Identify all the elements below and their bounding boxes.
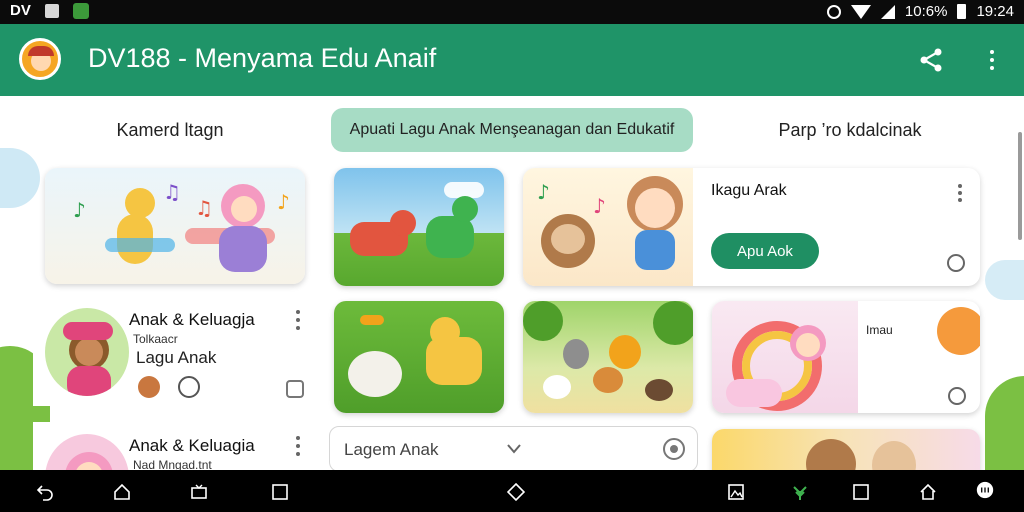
diamond-icon[interactable] bbox=[506, 482, 526, 502]
hero-card[interactable]: ♪ ♫ ♫ ♪ bbox=[45, 168, 305, 284]
content-card-partial[interactable] bbox=[712, 429, 980, 470]
home-icon[interactable] bbox=[113, 483, 131, 501]
signal-icon bbox=[880, 4, 895, 19]
tv-icon[interactable] bbox=[190, 483, 208, 501]
tab-parp[interactable]: Parp ’ro kdalcinak bbox=[760, 108, 940, 152]
wifi-icon bbox=[850, 4, 871, 19]
list-item-avatar bbox=[45, 308, 129, 396]
featured-more-button[interactable] bbox=[957, 184, 963, 202]
farm-animals-illustration bbox=[334, 301, 504, 413]
clock-icon[interactable] bbox=[947, 254, 965, 272]
hero-illustration: ♪ ♫ ♫ ♪ bbox=[45, 168, 305, 284]
battery-icon bbox=[957, 4, 967, 19]
system-navigation-bar bbox=[0, 470, 1024, 512]
share-icon bbox=[920, 48, 942, 72]
notification-icon bbox=[44, 3, 59, 18]
list-item-subtitle: Nad Mngad.tnt bbox=[133, 458, 212, 470]
tab-apuati-selected[interactable]: Apuati Lagu Anak Menşeanagan dan Edukati… bbox=[331, 108, 693, 152]
timer-icon[interactable] bbox=[178, 376, 200, 398]
list-item-more-button[interactable] bbox=[295, 436, 301, 456]
featured-play-button[interactable]: Apu Aok bbox=[711, 233, 819, 269]
featured-card[interactable]: ♪ ♪ Ikagu Arak Apu Aok bbox=[523, 168, 980, 286]
square-icon[interactable] bbox=[852, 483, 870, 501]
status-bar: DV 10:6% 19:24 bbox=[0, 0, 1024, 24]
clock-icon[interactable] bbox=[948, 387, 966, 405]
app-bar: DV188 - Menyama Edu Anaif bbox=[0, 24, 1024, 96]
profile-avatar-icon[interactable] bbox=[976, 481, 998, 503]
partial-card-illustration bbox=[712, 429, 980, 470]
content-card-farm[interactable] bbox=[334, 301, 504, 413]
decorative-cloud bbox=[985, 260, 1024, 300]
share-button[interactable] bbox=[917, 46, 945, 74]
back-icon[interactable] bbox=[36, 483, 54, 501]
rainbow-illustration bbox=[712, 301, 858, 413]
list-item-avatar bbox=[45, 434, 129, 470]
recents-icon[interactable] bbox=[271, 483, 289, 501]
image-notification-icon bbox=[72, 2, 89, 19]
featured-title: Ikagu Arak bbox=[711, 182, 787, 199]
battery-percent: 10:6% bbox=[904, 3, 948, 20]
overflow-menu-button[interactable] bbox=[980, 46, 1004, 74]
search-input[interactable]: Lagem Anak bbox=[344, 440, 439, 460]
scrollbar[interactable] bbox=[1018, 132, 1022, 240]
tab-kamerd[interactable]: Kamerd ltagn bbox=[90, 108, 250, 152]
list-item-more-button[interactable] bbox=[295, 310, 301, 330]
app-logo bbox=[19, 38, 61, 80]
decorative-bush bbox=[985, 376, 1024, 470]
app-title: DV188 - Menyama Edu Anaif bbox=[88, 43, 437, 73]
main-content[interactable]: Kamerd ltagn Apuati Lagu Anak Menşeanaga… bbox=[0, 96, 1024, 470]
plant-icon[interactable] bbox=[791, 483, 809, 501]
alarm-icon bbox=[826, 4, 841, 19]
content-card-forest[interactable] bbox=[523, 301, 693, 413]
status-time: 19:24 bbox=[976, 3, 1014, 20]
search-field[interactable]: Lagem Anak bbox=[329, 426, 698, 470]
record-icon[interactable] bbox=[663, 438, 685, 460]
list-item-label: Lagu Anak bbox=[136, 348, 217, 367]
gallery-icon[interactable] bbox=[727, 483, 745, 501]
decorative-cloud bbox=[0, 148, 40, 208]
list-item[interactable]: Anak & Keluagia Nad Mngad.tnt bbox=[33, 422, 318, 470]
rainbow-card-avatar bbox=[937, 307, 980, 355]
list-item-title: Anak & Keluagia bbox=[129, 436, 255, 455]
content-card-animals[interactable] bbox=[334, 168, 504, 286]
rainbow-card-label: Imau bbox=[866, 323, 893, 337]
home-outline-icon[interactable] bbox=[919, 483, 937, 501]
status-app-label: DV bbox=[10, 2, 31, 19]
forest-animals-illustration bbox=[523, 301, 693, 413]
content-card-rainbow[interactable]: Imau bbox=[712, 301, 980, 413]
featured-illustration: ♪ ♪ bbox=[523, 168, 693, 286]
share-box-icon[interactable] bbox=[286, 380, 304, 398]
list-item-title: Anak & Keluagja bbox=[129, 310, 255, 329]
chevron-down-icon bbox=[507, 444, 521, 454]
list-item[interactable]: Anak & Keluagja Tolkaacr Lagu Anak bbox=[33, 296, 318, 406]
list-item-subtitle: Tolkaacr bbox=[133, 332, 178, 346]
animals-illustration bbox=[334, 168, 504, 286]
bear-face-icon[interactable] bbox=[138, 376, 160, 398]
